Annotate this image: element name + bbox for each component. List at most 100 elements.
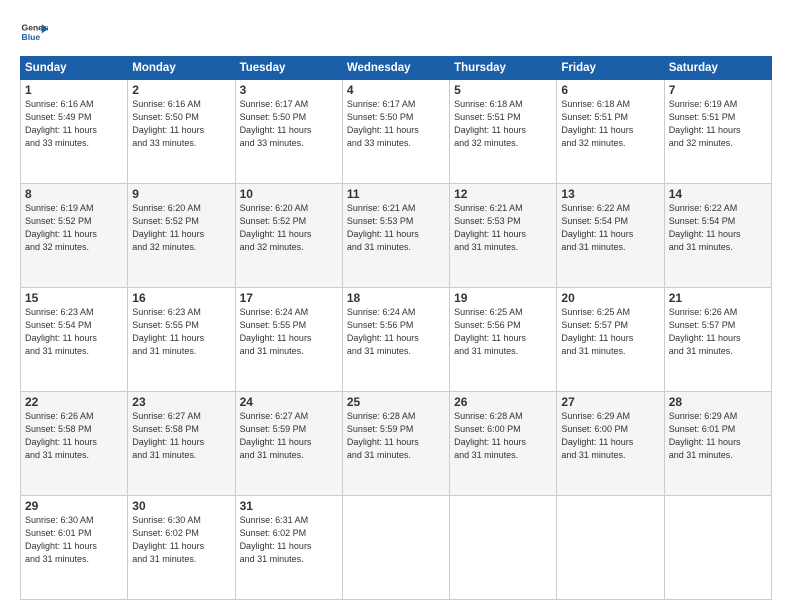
- calendar-cell: 18Sunrise: 6:24 AMSunset: 5:56 PMDayligh…: [342, 288, 449, 392]
- calendar-cell: 26Sunrise: 6:28 AMSunset: 6:00 PMDayligh…: [450, 392, 557, 496]
- svg-text:Blue: Blue: [22, 32, 41, 42]
- day-number: 21: [669, 291, 767, 305]
- calendar-cell: 19Sunrise: 6:25 AMSunset: 5:56 PMDayligh…: [450, 288, 557, 392]
- day-number: 7: [669, 83, 767, 97]
- day-number: 28: [669, 395, 767, 409]
- day-number: 11: [347, 187, 445, 201]
- calendar-cell: 11Sunrise: 6:21 AMSunset: 5:53 PMDayligh…: [342, 184, 449, 288]
- day-info: Sunrise: 6:29 AMSunset: 6:00 PMDaylight:…: [561, 410, 659, 462]
- day-info: Sunrise: 6:19 AMSunset: 5:52 PMDaylight:…: [25, 202, 123, 254]
- day-info: Sunrise: 6:24 AMSunset: 5:55 PMDaylight:…: [240, 306, 338, 358]
- calendar-cell: 6Sunrise: 6:18 AMSunset: 5:51 PMDaylight…: [557, 80, 664, 184]
- calendar-cell: 1Sunrise: 6:16 AMSunset: 5:49 PMDaylight…: [21, 80, 128, 184]
- calendar-cell: 21Sunrise: 6:26 AMSunset: 5:57 PMDayligh…: [664, 288, 771, 392]
- day-info: Sunrise: 6:24 AMSunset: 5:56 PMDaylight:…: [347, 306, 445, 358]
- day-info: Sunrise: 6:21 AMSunset: 5:53 PMDaylight:…: [347, 202, 445, 254]
- day-number: 25: [347, 395, 445, 409]
- day-number: 30: [132, 499, 230, 513]
- day-info: Sunrise: 6:27 AMSunset: 5:59 PMDaylight:…: [240, 410, 338, 462]
- calendar-cell: 12Sunrise: 6:21 AMSunset: 5:53 PMDayligh…: [450, 184, 557, 288]
- day-info: Sunrise: 6:17 AMSunset: 5:50 PMDaylight:…: [347, 98, 445, 150]
- day-info: Sunrise: 6:18 AMSunset: 5:51 PMDaylight:…: [561, 98, 659, 150]
- day-number: 2: [132, 83, 230, 97]
- calendar-cell: 13Sunrise: 6:22 AMSunset: 5:54 PMDayligh…: [557, 184, 664, 288]
- day-number: 24: [240, 395, 338, 409]
- calendar-cell: 25Sunrise: 6:28 AMSunset: 5:59 PMDayligh…: [342, 392, 449, 496]
- day-info: Sunrise: 6:27 AMSunset: 5:58 PMDaylight:…: [132, 410, 230, 462]
- calendar-cell: 31Sunrise: 6:31 AMSunset: 6:02 PMDayligh…: [235, 496, 342, 600]
- weekday-header-tuesday: Tuesday: [235, 57, 342, 80]
- day-info: Sunrise: 6:22 AMSunset: 5:54 PMDaylight:…: [561, 202, 659, 254]
- calendar-cell: 7Sunrise: 6:19 AMSunset: 5:51 PMDaylight…: [664, 80, 771, 184]
- day-info: Sunrise: 6:29 AMSunset: 6:01 PMDaylight:…: [669, 410, 767, 462]
- day-number: 16: [132, 291, 230, 305]
- calendar-cell: 30Sunrise: 6:30 AMSunset: 6:02 PMDayligh…: [128, 496, 235, 600]
- day-info: Sunrise: 6:19 AMSunset: 5:51 PMDaylight:…: [669, 98, 767, 150]
- day-number: 8: [25, 187, 123, 201]
- day-info: Sunrise: 6:18 AMSunset: 5:51 PMDaylight:…: [454, 98, 552, 150]
- calendar-cell: 22Sunrise: 6:26 AMSunset: 5:58 PMDayligh…: [21, 392, 128, 496]
- day-info: Sunrise: 6:31 AMSunset: 6:02 PMDaylight:…: [240, 514, 338, 566]
- generalblue-logo-icon: General Blue: [20, 18, 48, 46]
- day-info: Sunrise: 6:25 AMSunset: 5:57 PMDaylight:…: [561, 306, 659, 358]
- weekday-header-sunday: Sunday: [21, 57, 128, 80]
- day-info: Sunrise: 6:16 AMSunset: 5:50 PMDaylight:…: [132, 98, 230, 150]
- calendar-cell: 3Sunrise: 6:17 AMSunset: 5:50 PMDaylight…: [235, 80, 342, 184]
- calendar-cell: 9Sunrise: 6:20 AMSunset: 5:52 PMDaylight…: [128, 184, 235, 288]
- calendar-table: SundayMondayTuesdayWednesdayThursdayFrid…: [20, 56, 772, 600]
- day-info: Sunrise: 6:26 AMSunset: 5:58 PMDaylight:…: [25, 410, 123, 462]
- day-number: 27: [561, 395, 659, 409]
- day-number: 5: [454, 83, 552, 97]
- day-info: Sunrise: 6:21 AMSunset: 5:53 PMDaylight:…: [454, 202, 552, 254]
- day-number: 29: [25, 499, 123, 513]
- weekday-header-thursday: Thursday: [450, 57, 557, 80]
- day-number: 3: [240, 83, 338, 97]
- day-number: 23: [132, 395, 230, 409]
- day-number: 15: [25, 291, 123, 305]
- calendar-cell: 5Sunrise: 6:18 AMSunset: 5:51 PMDaylight…: [450, 80, 557, 184]
- weekday-header-wednesday: Wednesday: [342, 57, 449, 80]
- day-number: 19: [454, 291, 552, 305]
- day-info: Sunrise: 6:28 AMSunset: 5:59 PMDaylight:…: [347, 410, 445, 462]
- calendar-cell: 23Sunrise: 6:27 AMSunset: 5:58 PMDayligh…: [128, 392, 235, 496]
- day-info: Sunrise: 6:26 AMSunset: 5:57 PMDaylight:…: [669, 306, 767, 358]
- weekday-header-monday: Monday: [128, 57, 235, 80]
- calendar-cell: 20Sunrise: 6:25 AMSunset: 5:57 PMDayligh…: [557, 288, 664, 392]
- logo: General Blue: [20, 18, 48, 46]
- day-number: 20: [561, 291, 659, 305]
- day-number: 1: [25, 83, 123, 97]
- day-info: Sunrise: 6:25 AMSunset: 5:56 PMDaylight:…: [454, 306, 552, 358]
- weekday-header-saturday: Saturday: [664, 57, 771, 80]
- calendar-cell: 8Sunrise: 6:19 AMSunset: 5:52 PMDaylight…: [21, 184, 128, 288]
- page: General Blue SundayMondayTuesdayWednesda…: [0, 0, 792, 612]
- calendar-cell: 10Sunrise: 6:20 AMSunset: 5:52 PMDayligh…: [235, 184, 342, 288]
- calendar-cell: 4Sunrise: 6:17 AMSunset: 5:50 PMDaylight…: [342, 80, 449, 184]
- day-info: Sunrise: 6:28 AMSunset: 6:00 PMDaylight:…: [454, 410, 552, 462]
- day-number: 4: [347, 83, 445, 97]
- day-number: 13: [561, 187, 659, 201]
- day-number: 10: [240, 187, 338, 201]
- calendar-cell: 2Sunrise: 6:16 AMSunset: 5:50 PMDaylight…: [128, 80, 235, 184]
- calendar-cell: 27Sunrise: 6:29 AMSunset: 6:00 PMDayligh…: [557, 392, 664, 496]
- day-info: Sunrise: 6:16 AMSunset: 5:49 PMDaylight:…: [25, 98, 123, 150]
- header: General Blue: [20, 18, 772, 46]
- day-number: 6: [561, 83, 659, 97]
- calendar-cell: 14Sunrise: 6:22 AMSunset: 5:54 PMDayligh…: [664, 184, 771, 288]
- calendar-cell: [557, 496, 664, 600]
- day-info: Sunrise: 6:22 AMSunset: 5:54 PMDaylight:…: [669, 202, 767, 254]
- calendar-cell: 29Sunrise: 6:30 AMSunset: 6:01 PMDayligh…: [21, 496, 128, 600]
- day-info: Sunrise: 6:23 AMSunset: 5:54 PMDaylight:…: [25, 306, 123, 358]
- day-number: 9: [132, 187, 230, 201]
- calendar-cell: 15Sunrise: 6:23 AMSunset: 5:54 PMDayligh…: [21, 288, 128, 392]
- day-info: Sunrise: 6:30 AMSunset: 6:02 PMDaylight:…: [132, 514, 230, 566]
- calendar-cell: [342, 496, 449, 600]
- day-number: 17: [240, 291, 338, 305]
- calendar-cell: 17Sunrise: 6:24 AMSunset: 5:55 PMDayligh…: [235, 288, 342, 392]
- day-number: 14: [669, 187, 767, 201]
- calendar-cell: [450, 496, 557, 600]
- calendar-cell: 28Sunrise: 6:29 AMSunset: 6:01 PMDayligh…: [664, 392, 771, 496]
- day-number: 18: [347, 291, 445, 305]
- calendar-cell: [664, 496, 771, 600]
- calendar-cell: 24Sunrise: 6:27 AMSunset: 5:59 PMDayligh…: [235, 392, 342, 496]
- day-number: 26: [454, 395, 552, 409]
